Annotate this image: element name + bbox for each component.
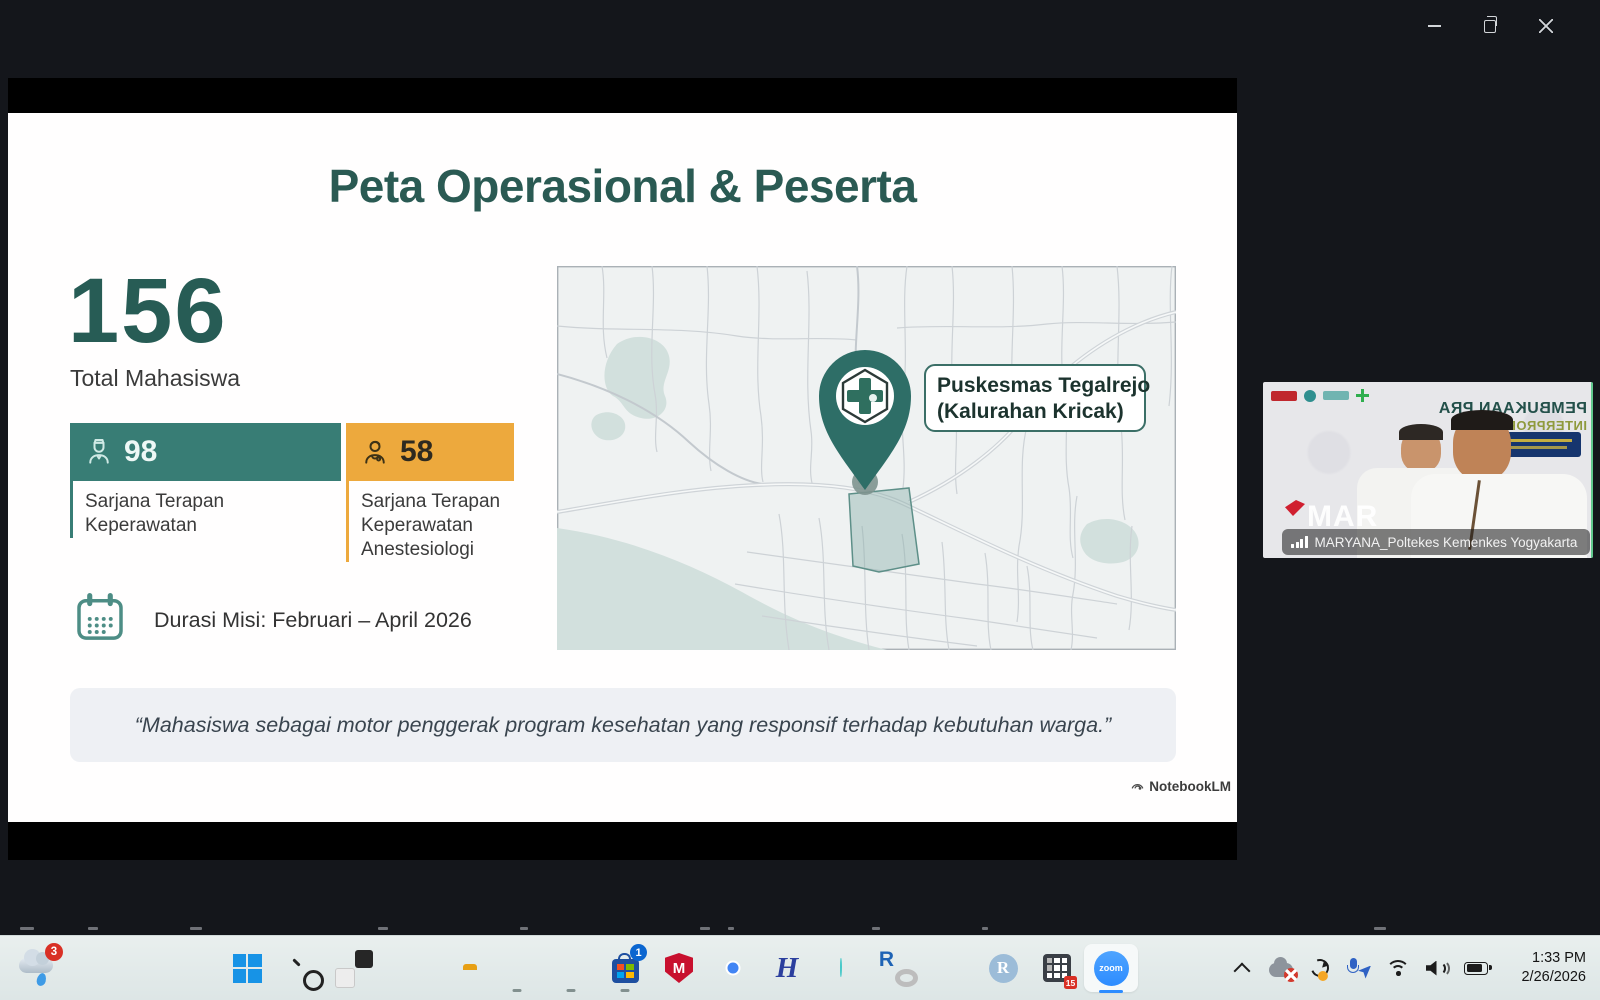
windows-start-icon: [233, 954, 262, 983]
minimize-icon: [1428, 25, 1441, 27]
taskbar: 3 1 M H R R 15 zoom 1:33 PM 2/26/2026: [0, 935, 1600, 1000]
system-tray: [1230, 957, 1488, 979]
clock-date: 2/26/2026: [1521, 968, 1586, 987]
onedrive-error-icon[interactable]: [1269, 957, 1293, 979]
notebooklm-watermark: NotebookLM: [1130, 779, 1231, 794]
stat-card-anesthesiology-label: Sarjana Terapan Keperawatan Anestesiolog…: [346, 481, 506, 562]
wifi-icon[interactable]: [1386, 957, 1410, 979]
stats-cards: 98 58 Sarjana Terapan Keperawatan Sarjan…: [70, 423, 514, 603]
person-front-head: [1453, 414, 1511, 480]
zoom-icon: zoom: [1094, 951, 1129, 986]
operational-map: Puskesmas Tegalrejo (Kalurahan Kricak): [557, 266, 1176, 650]
stat-card-anesthesiology-header: 58: [346, 423, 514, 481]
taskbar-app-zoom[interactable]: zoom: [1084, 944, 1138, 992]
taskbar-app-mcafee[interactable]: M: [652, 944, 706, 992]
taskbar-app-chrome[interactable]: [706, 944, 760, 992]
total-students-label: Total Mahasiswa: [70, 365, 240, 392]
raindrop-icon: [36, 972, 48, 987]
rstudio-icon: R: [989, 954, 1018, 983]
taskbar-weather-widget[interactable]: 3: [16, 946, 64, 990]
quote-banner: “Mahasiswa sebagai motor penggerak progr…: [70, 688, 1176, 762]
app-badge: 15: [1064, 976, 1077, 989]
taskbar-app-task-view[interactable]: [328, 944, 382, 992]
person-back-head: [1401, 428, 1441, 472]
participant-video-tile[interactable]: PEMBUKAAN PRA INTERPROFESSION MAR MARYAN…: [1263, 382, 1593, 558]
notification-badge: 3: [45, 943, 63, 961]
presentation-slide: Peta Operasional & Peserta 156 Total Mah…: [8, 113, 1237, 822]
connection-signal-icon: [1291, 536, 1308, 548]
green-cross-logo: [1356, 389, 1369, 402]
calendar-icon: [72, 590, 128, 646]
minimize-button[interactable]: [1426, 18, 1442, 34]
taskbar-apps: 1 M H R R 15 zoom: [220, 944, 1138, 992]
taskbar-clock[interactable]: 1:33 PM 2/26/2026: [1521, 949, 1586, 987]
taskbar-app-grid-app[interactable]: 15: [1030, 944, 1084, 992]
app-badge: 1: [630, 944, 647, 961]
sync-pending-icon[interactable]: [1308, 957, 1332, 979]
restore-icon: [1484, 20, 1496, 33]
taskbar-app-rstudio[interactable]: R: [976, 944, 1030, 992]
clock-time: 1:33 PM: [1521, 949, 1586, 968]
stat-card-nursing-header: 98: [70, 423, 341, 481]
stat-value: 98: [124, 435, 157, 469]
restore-button[interactable]: [1482, 18, 1498, 34]
mission-duration-text: Durasi Misi: Februari – April 2026: [128, 590, 472, 633]
cloud-icon: [19, 958, 53, 973]
taskbar-app-firefox[interactable]: [490, 944, 544, 992]
taskbar-app-hash-app[interactable]: H: [760, 944, 814, 992]
taskbar-app-r-language[interactable]: R: [868, 944, 922, 992]
highlighted-district: [849, 488, 919, 572]
svg-text:(Kalurahan Kricak): (Kalurahan Kricak): [937, 400, 1124, 423]
close-icon: [1539, 19, 1553, 33]
taskbar-app-file-explorer[interactable]: [436, 944, 490, 992]
taskbar-app-diamond-app[interactable]: [922, 944, 976, 992]
mission-duration: Durasi Misi: Februari – April 2026: [72, 590, 472, 646]
nurse-icon: [84, 437, 114, 467]
teal-logo: [1323, 391, 1349, 400]
volume-icon[interactable]: [1425, 957, 1449, 979]
taskbar-app-heatmap-app[interactable]: [814, 944, 868, 992]
svg-text:Puskesmas Tegalrejo: Puskesmas Tegalrejo: [937, 374, 1150, 397]
teal-circle-logo: [1304, 390, 1316, 402]
microphone-location-icon[interactable]: [1347, 957, 1371, 979]
taskbar-app-microsoft-store[interactable]: 1: [598, 944, 652, 992]
pin-label: Puskesmas Tegalrejo (Kalurahan Kricak): [925, 365, 1150, 431]
stat-card-nursing-label: Sarjana Terapan Keperawatan: [70, 481, 265, 538]
doctor-icon: [360, 437, 390, 467]
total-students-number: 156: [68, 265, 228, 357]
taskbar-app-search[interactable]: [274, 944, 328, 992]
battery-icon[interactable]: [1464, 957, 1488, 979]
participant-name-bar: MARYANA_Poltekes Kemenkes Yogyakarta: [1282, 529, 1590, 555]
red-logo: [1271, 391, 1297, 401]
close-button[interactable]: [1538, 18, 1554, 34]
chevron-up-icon[interactable]: [1230, 957, 1254, 979]
slide-title: Peta Operasional & Peserta: [8, 159, 1237, 213]
participant-name: MARYANA_Poltekes Kemenkes Yogyakarta: [1315, 535, 1578, 550]
stat-value: 58: [400, 435, 433, 469]
notebooklm-icon: [1130, 779, 1145, 794]
taskbar-app-edge[interactable]: [544, 944, 598, 992]
taskbar-app-windows-start[interactable]: [220, 944, 274, 992]
mcafee-icon: M: [665, 953, 693, 983]
window-controls: [1426, 18, 1554, 34]
taskbar-app-copilot[interactable]: [382, 944, 436, 992]
hash-app-icon: H: [776, 954, 799, 983]
shared-screen: Peta Operasional & Peserta 156 Total Mah…: [8, 78, 1237, 860]
backdrop-logos: [1271, 389, 1369, 402]
heatmap-app-icon: [840, 959, 842, 977]
cutoff-text-remnants: [0, 927, 1600, 931]
